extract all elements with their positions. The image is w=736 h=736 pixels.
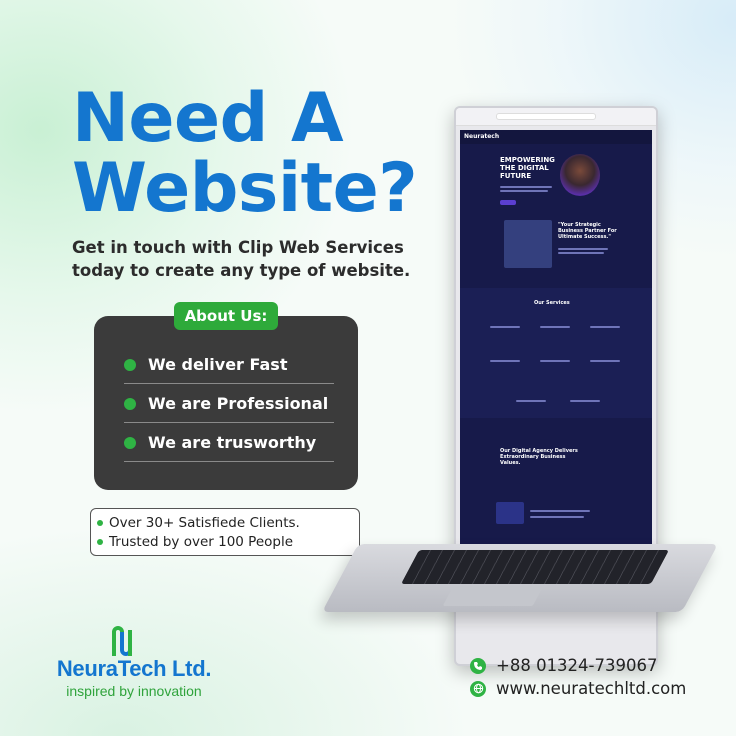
site-nav: Neuratech	[460, 130, 652, 144]
about-item: We are Professional	[124, 385, 334, 423]
green-dot-icon	[124, 436, 136, 449]
site-services-title: Our Services	[534, 300, 570, 306]
text-line	[530, 510, 590, 512]
website-preview: Neuratech EMPOWERING THE DIGITAL FUTURE …	[460, 130, 652, 576]
site-quote-title: "Your Strategic Business Partner For Ult…	[558, 222, 617, 240]
address-bar	[496, 113, 596, 120]
text-line	[558, 252, 604, 254]
green-dot-icon	[124, 397, 136, 410]
about-us-badge: About Us:	[174, 302, 278, 330]
phone-icon	[470, 657, 486, 674]
text-line	[500, 186, 552, 188]
site-hero-title: EMPOWERING THE DIGITAL FUTURE	[500, 156, 555, 180]
neuratech-logo-icon	[112, 626, 132, 656]
service-card	[490, 360, 520, 362]
cta-button	[500, 200, 516, 205]
stats-row: Trusted by over 100 People	[97, 532, 353, 551]
service-card	[540, 326, 570, 328]
phone-line[interactable]: +88 01324-739067	[470, 654, 686, 677]
bullet-icon	[97, 519, 103, 526]
brand-tagline: inspired by innovation	[66, 683, 202, 699]
stats-row: Over 30+ Satisfiede Clients.	[97, 513, 353, 532]
team-photo	[504, 220, 552, 268]
hero-portrait	[560, 154, 600, 196]
text-line	[500, 190, 548, 192]
phone-number: +88 01324-739067	[496, 656, 658, 675]
keyboard	[400, 550, 670, 584]
brand-logo: NeuraTech Ltd. inspired by innovation	[34, 624, 234, 700]
service-card	[516, 400, 546, 402]
about-item: We deliver Fast	[124, 346, 334, 384]
brand-name: NeuraTech Ltd.	[56, 656, 212, 681]
contact-info: +88 01324-739067 www.neuratechltd.com	[470, 654, 686, 700]
text-line	[530, 516, 584, 518]
website-url: www.neuratechltd.com	[496, 679, 687, 698]
about-item-label: We are trusworthy	[148, 433, 317, 452]
globe-icon	[470, 680, 486, 697]
laptop-mockup: Neuratech EMPOWERING THE DIGITAL FUTURE …	[321, 100, 730, 666]
green-dot-icon	[124, 358, 136, 371]
bullet-icon	[97, 538, 103, 545]
site-agency-title: Our Digital Agency Delivers Extraordinar…	[500, 448, 578, 466]
service-card	[570, 400, 600, 402]
site-logo: Neuratech	[464, 133, 500, 140]
services-section	[460, 288, 652, 418]
stats-text: Over 30+ Satisfiede Clients.	[109, 514, 300, 531]
service-card	[590, 326, 620, 328]
stats-text: Trusted by over 100 People	[109, 533, 294, 550]
service-card	[490, 326, 520, 328]
about-item-label: We deliver Fast	[148, 355, 288, 374]
website-line[interactable]: www.neuratechltd.com	[470, 677, 686, 700]
text-line	[558, 248, 608, 250]
about-item: We are trusworthy	[124, 424, 334, 462]
service-card	[540, 360, 570, 362]
agency-image	[496, 502, 524, 524]
stats-box: Over 30+ Satisfiede Clients. Trusted by …	[90, 508, 360, 556]
about-item-label: We are Professional	[148, 394, 329, 413]
browser-bar	[456, 108, 656, 126]
about-us-card: We deliver Fast We are Professional We a…	[94, 316, 358, 490]
trackpad	[442, 586, 544, 606]
service-card	[590, 360, 620, 362]
